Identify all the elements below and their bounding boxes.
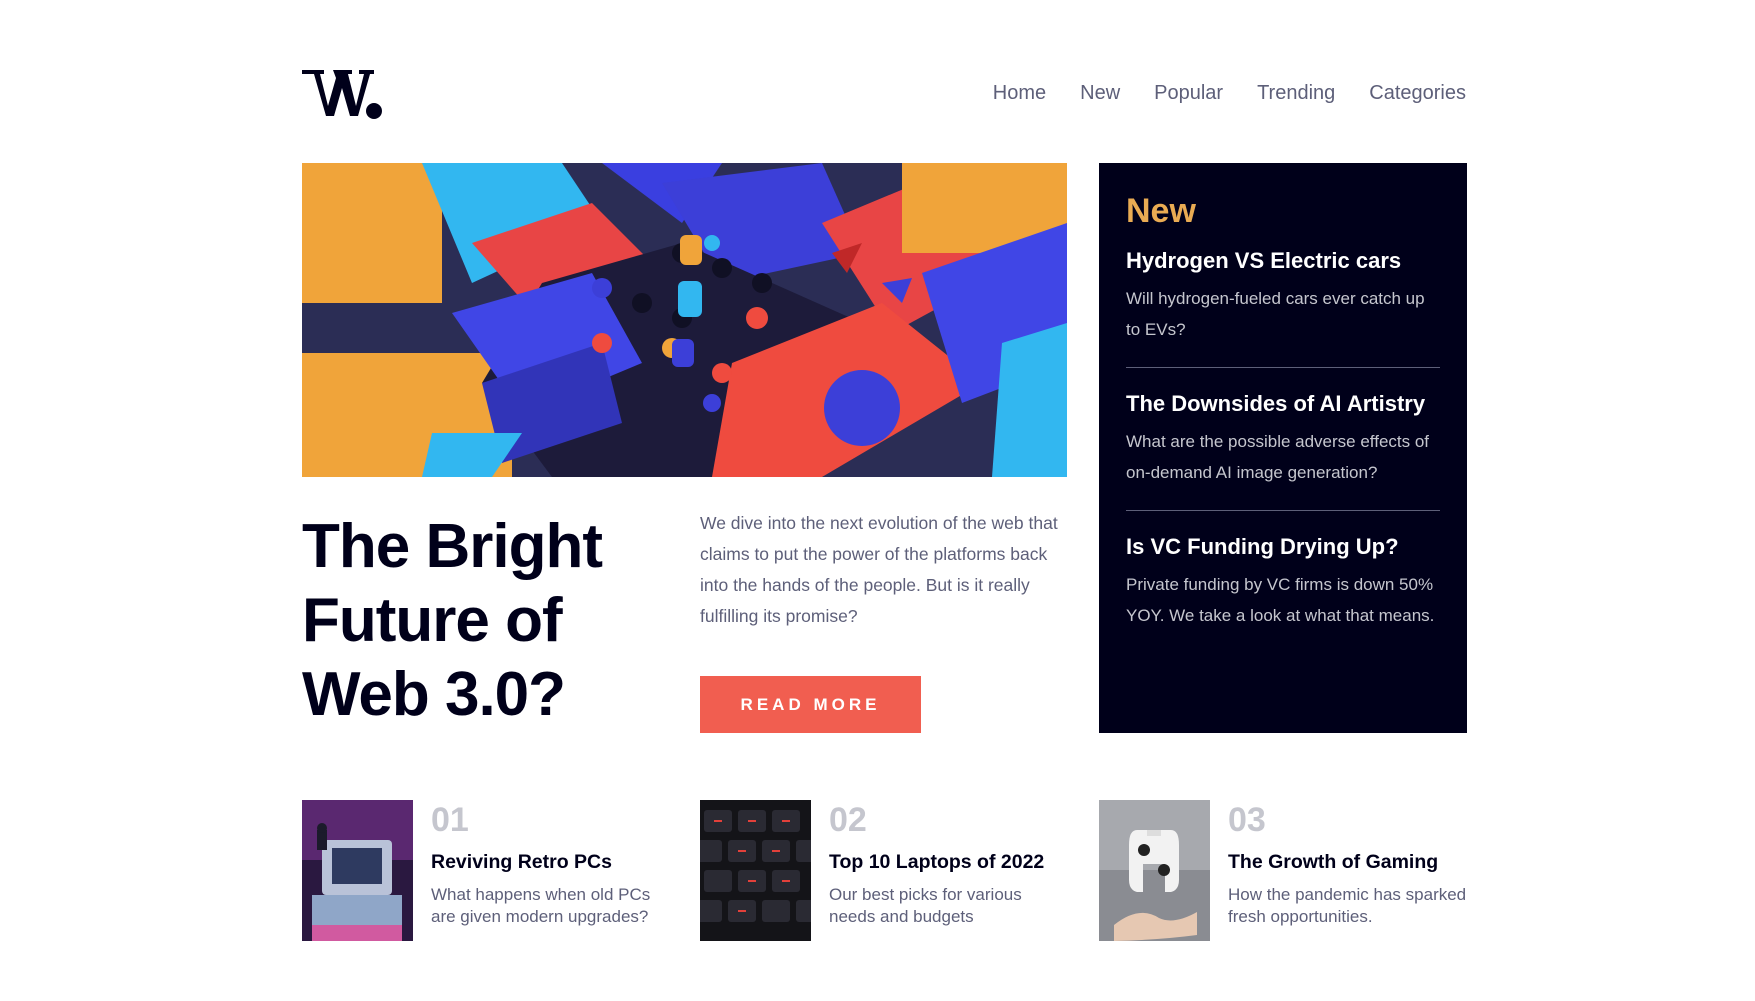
article-thumbnail-retro-pc[interactable] xyxy=(302,800,413,941)
new-item[interactable]: Is VC Funding Drying Up? Private funding… xyxy=(1126,533,1440,653)
article-description: How the pandemic has sparked fresh oppor… xyxy=(1228,885,1467,926)
new-item-description: Will hydrogen-fueled cars ever catch up … xyxy=(1126,289,1425,339)
read-more-label: READ MORE xyxy=(740,694,881,714)
hero-title: The Bright Future of Web 3.0? xyxy=(302,512,603,729)
article-number: 02 xyxy=(829,801,867,839)
article-description: Our best picks for various needs and bud… xyxy=(829,885,1022,926)
article-thumbnail-laptop[interactable] xyxy=(700,800,811,941)
divider xyxy=(1126,510,1440,511)
site-logo[interactable] xyxy=(302,64,382,120)
new-item[interactable]: The Downsides of AI Artistry What are th… xyxy=(1126,390,1440,510)
hero-description: We dive into the next evolution of the w… xyxy=(700,513,1058,626)
article-card[interactable]: 02 Top 10 Laptops of 2022 Our best picks… xyxy=(700,800,1072,941)
article-title[interactable]: Reviving Retro PCs xyxy=(431,849,674,875)
article-card[interactable]: 03 The Growth of Gaming How the pandemic… xyxy=(1099,800,1471,941)
new-item-title[interactable]: Is VC Funding Drying Up? xyxy=(1126,533,1440,561)
nav-trending[interactable]: Trending xyxy=(1257,80,1335,106)
new-panel-title: New xyxy=(1126,192,1196,230)
new-item-description: Private funding by VC firms is down 50% … xyxy=(1126,575,1435,625)
nav-categories[interactable]: Categories xyxy=(1369,80,1466,106)
article-description: What happens when old PCs are given mode… xyxy=(431,885,651,926)
hero-image xyxy=(302,163,1067,477)
new-item-title[interactable]: Hydrogen VS Electric cars xyxy=(1126,247,1440,275)
article-card[interactable]: 01 Reviving Retro PCs What happens when … xyxy=(302,800,674,941)
nav-home[interactable]: Home xyxy=(993,80,1046,106)
article-title[interactable]: The Growth of Gaming xyxy=(1228,849,1471,875)
main-nav: Home New Popular Trending Categories xyxy=(993,80,1466,106)
article-title[interactable]: Top 10 Laptops of 2022 xyxy=(829,849,1072,875)
read-more-button[interactable]: READ MORE xyxy=(700,676,921,733)
nav-new[interactable]: New xyxy=(1080,80,1120,106)
new-panel: New Hydrogen VS Electric cars Will hydro… xyxy=(1099,163,1467,733)
article-info: 02 Top 10 Laptops of 2022 Our best picks… xyxy=(811,800,1072,941)
new-item-description: What are the possible adverse effects of… xyxy=(1126,432,1430,482)
new-item[interactable]: Hydrogen VS Electric cars Will hydrogen-… xyxy=(1126,247,1440,367)
article-thumbnail-gaming[interactable] xyxy=(1099,800,1210,941)
new-item-title[interactable]: The Downsides of AI Artistry xyxy=(1126,390,1440,418)
article-info: 03 The Growth of Gaming How the pandemic… xyxy=(1210,800,1471,941)
article-number: 03 xyxy=(1228,801,1266,839)
divider xyxy=(1126,367,1440,368)
article-info: 01 Reviving Retro PCs What happens when … xyxy=(413,800,674,941)
page: Home New Popular Trending Categories The… xyxy=(0,0,1755,1001)
article-number: 01 xyxy=(431,801,469,839)
nav-popular[interactable]: Popular xyxy=(1154,80,1223,106)
